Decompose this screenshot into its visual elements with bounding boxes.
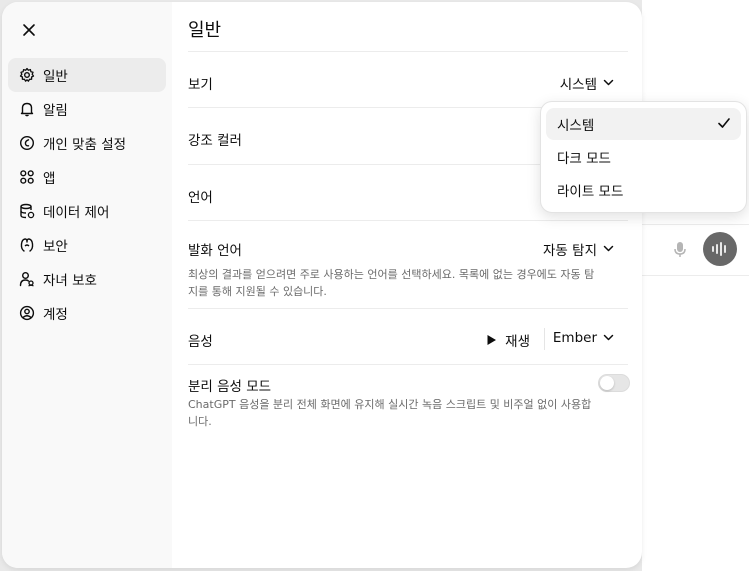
voice-mode-button[interactable] [703,232,737,266]
play-icon [487,335,497,345]
accent-color-label: 강조 컬러 [188,133,242,149]
voice-select-value: Ember [552,330,597,346]
close-button[interactable] [19,20,39,40]
speech-language-label: 발화 언어 [188,243,242,259]
sidebar-item-personalization[interactable]: 개인 맞춤 설정 [8,126,166,160]
waveform-icon [712,242,726,256]
account-icon [19,305,35,321]
speech-language-select[interactable]: 자동 탐지 [543,239,614,259]
sidebar-item-label: 자녀 보호 [43,273,97,289]
bell-icon [19,101,35,117]
view-select[interactable]: 시스템 [560,73,614,93]
sidebar-item-label: 개인 맞춤 설정 [43,137,127,153]
background-page [642,0,749,571]
speech-language-description: 최상의 결과를 얻으려면 주로 사용하는 언어를 선택하세요. 목록에 없는 경… [188,268,595,298]
close-icon [23,24,35,36]
divider [188,51,628,52]
settings-nav: 일반 알림 개인 맞춤 설정 앱 데이터 제어 보안 자녀 보호 계정 [8,58,166,330]
sidebar-item-label: 데이터 제어 [43,205,110,221]
voice-label: 음성 [188,334,213,350]
settings-modal: 일반 알림 개인 맞춤 설정 앱 데이터 제어 보안 자녀 보호 계정 일반 보… [2,2,642,568]
data-control-icon [19,203,35,219]
divider [544,328,545,350]
sidebar-item-parental-controls[interactable]: 자녀 보호 [8,262,166,296]
sidebar-item-apps[interactable]: 앱 [8,160,166,194]
apps-grid-icon [19,169,35,185]
divider [188,220,628,221]
personalization-icon [19,135,35,151]
speech-language-value: 자동 탐지 [543,243,597,259]
sidebar-item-label: 보안 [43,239,68,255]
gear-icon [19,67,35,83]
sidebar-item-general[interactable]: 일반 [8,58,166,92]
security-icon [19,237,35,253]
sidebar-item-data-controls[interactable]: 데이터 제어 [8,194,166,228]
menu-item-system[interactable]: 시스템 [546,108,741,140]
theme-dropdown-menu: 시스템 다크 모드 라이트 모드 [540,101,747,213]
menu-item-label: 다크 모드 [557,151,611,167]
settings-sidebar: 일반 알림 개인 맞춤 설정 앱 데이터 제어 보안 자녀 보호 계정 [2,2,172,568]
view-select-value: 시스템 [559,77,597,93]
toggle-knob [600,376,614,390]
voice-play-button[interactable]: 재생 [486,330,530,350]
chevron-down-icon [603,79,614,86]
play-label: 재생 [505,334,530,350]
chevron-down-icon [603,245,614,252]
parental-control-icon [19,271,35,287]
menu-item-light-mode[interactable]: 라이트 모드 [546,174,741,206]
sidebar-item-notifications[interactable]: 알림 [8,92,166,126]
settings-content: 일반 보기 시스템 강조 컬러 언어 발화 언어 자동 탐지 최상의 결과를 얻… [188,2,630,568]
voice-select[interactable]: Ember [553,330,614,346]
chevron-down-icon [603,334,614,341]
separate-voice-toggle[interactable] [598,374,630,392]
check-icon [718,118,730,128]
mic-icon[interactable] [669,239,691,261]
sidebar-item-label: 계정 [43,307,68,323]
divider [188,308,628,309]
divider [188,364,628,365]
menu-item-dark-mode[interactable]: 다크 모드 [546,141,741,173]
sidebar-item-security[interactable]: 보안 [8,228,166,262]
page-title: 일반 [188,20,222,41]
sidebar-item-label: 알림 [43,103,68,119]
sidebar-item-label: 앱 [43,171,56,187]
menu-item-label: 시스템 [557,118,595,134]
sidebar-item-account[interactable]: 계정 [8,296,166,330]
sidebar-item-label: 일반 [43,69,68,85]
menu-item-label: 라이트 모드 [557,184,624,200]
separate-voice-description: ChatGPT 음성을 분리 전체 화면에 유지해 실시간 녹음 스크립트 및 … [188,398,592,428]
separate-voice-label: 분리 음성 모드 [188,379,272,395]
view-label: 보기 [188,77,213,93]
language-label: 언어 [188,190,213,206]
